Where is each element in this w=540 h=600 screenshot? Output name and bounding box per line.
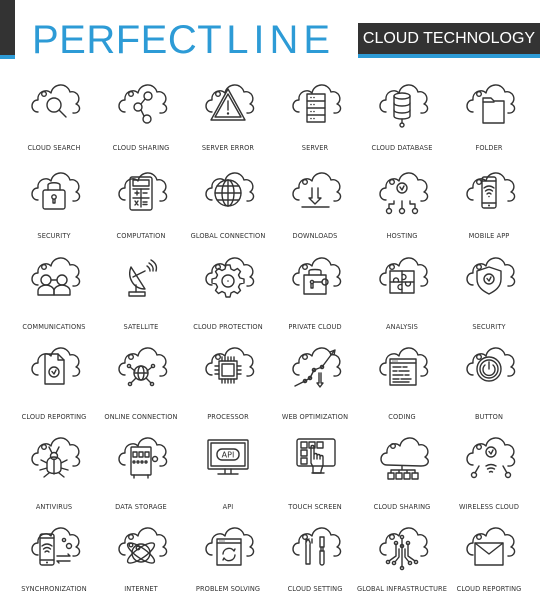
api-monitor-icon: API xyxy=(183,425,273,485)
lock-icon xyxy=(9,160,99,220)
icon-tile: MOBILE APP xyxy=(444,160,534,240)
icon-tile: COMMUNICATIONS xyxy=(9,245,99,331)
atom-globe-icon xyxy=(96,515,186,575)
cloud-search-icon xyxy=(9,72,99,132)
cloud-sharing-icon xyxy=(96,72,186,132)
document-check-icon xyxy=(9,335,99,395)
icon-tile: ONLINE CONNECTION xyxy=(96,335,186,421)
icon-tile: INTERNET xyxy=(96,515,186,593)
brand-title-thin: LINE xyxy=(226,18,336,62)
icon-tile: SERVER ERROR xyxy=(183,72,273,152)
icon-label: MOBILE APP xyxy=(468,232,510,240)
padlock-key-icon xyxy=(270,245,360,305)
icon-tile: CLOUD PROTECTION xyxy=(183,245,273,331)
hosting-icon xyxy=(357,160,447,220)
icon-label: BUTTON xyxy=(474,413,503,421)
wireless-cloud-icon xyxy=(444,425,534,485)
satellite-dish-icon xyxy=(96,245,186,305)
icon-tile: DATA STORAGE xyxy=(96,425,186,511)
icon-label: CLOUD REPORTING xyxy=(456,585,522,593)
icon-tile: GLOBAL CONNECTION xyxy=(183,160,273,240)
icon-tile: SERVER xyxy=(270,72,360,152)
growth-chart-icon xyxy=(270,335,360,395)
icon-label: FOLDER xyxy=(475,144,503,152)
circuit-icon xyxy=(357,515,447,575)
cloud-tree-icon xyxy=(357,425,447,485)
icon-tile: ANALYSIS xyxy=(357,245,447,331)
gear-icon xyxy=(183,245,273,305)
server-icon xyxy=(270,72,360,132)
icon-tile: CLOUD SHARING xyxy=(357,425,447,511)
icon-tile: TOUCH SCREEN xyxy=(270,425,360,511)
puzzle-icon xyxy=(357,245,447,305)
bug-icon xyxy=(9,425,99,485)
icon-tile: CLOUD SHARING xyxy=(96,72,186,152)
icon-tile: SECURITY xyxy=(9,160,99,240)
shield-check-icon xyxy=(444,245,534,305)
server-error-icon xyxy=(183,72,273,132)
icon-tile: CLOUD REPORTING xyxy=(444,515,534,593)
icon-tile: COMPUTATION xyxy=(96,160,186,240)
icon-tile: PROBLEM SOLVING xyxy=(183,515,273,593)
communications-icon xyxy=(9,245,99,305)
header-dark-block xyxy=(0,0,15,55)
icon-tile: CLOUD SETTING xyxy=(270,515,360,593)
brand-title: PERFECT LINE xyxy=(32,18,335,62)
touch-tablet-icon xyxy=(270,425,360,485)
icon-label: SECURITY xyxy=(472,323,506,331)
icon-tile: CLOUD SEARCH xyxy=(9,72,99,152)
icon-tile: HOSTING xyxy=(357,160,447,240)
phone-sync-icon xyxy=(9,515,99,575)
icon-tile: FOLDER xyxy=(444,72,534,152)
icon-tile: PRIVATE CLOUD xyxy=(270,245,360,331)
icon-tile: BUTTON xyxy=(444,335,534,421)
icon-tile: API API xyxy=(183,425,273,511)
icon-tile: ANTIVIRUS xyxy=(9,425,99,511)
category-tag: CLOUD TECHNOLOGY xyxy=(358,23,540,54)
icon-tile: PROCESSOR xyxy=(183,335,273,421)
envelope-icon xyxy=(444,515,534,575)
cloud-database-icon xyxy=(357,72,447,132)
globe-icon xyxy=(183,160,273,220)
download-icon xyxy=(270,160,360,220)
icon-tile: CLOUD DATABASE xyxy=(357,72,447,152)
brand-title-bold: PERFECT xyxy=(32,18,223,62)
header-accent-bar xyxy=(0,55,15,59)
mobile-app-icon xyxy=(444,160,534,220)
icon-tile: WIRELESS CLOUD xyxy=(444,425,534,511)
icon-tile: SYNCHRONIZATION xyxy=(9,515,99,593)
refresh-window-icon xyxy=(183,515,273,575)
power-button-icon xyxy=(444,335,534,395)
code-window-icon xyxy=(357,335,447,395)
icon-tile: GLOBAL INFRASTRUCTURE xyxy=(357,515,447,593)
calculator-icon xyxy=(96,160,186,220)
folder-icon xyxy=(444,72,534,132)
icon-tile: CLOUD REPORTING xyxy=(9,335,99,421)
icon-label: WIRELESS CLOUD xyxy=(458,503,520,511)
icon-tile: CODING xyxy=(357,335,447,421)
svg-text:API: API xyxy=(222,451,235,460)
network-globe-icon xyxy=(96,335,186,395)
chip-icon xyxy=(183,335,273,395)
tools-icon xyxy=(270,515,360,575)
icon-tile: SECURITY xyxy=(444,245,534,331)
icon-tile: WEB OPTIMIZATION xyxy=(270,335,360,421)
icon-tile: SATELLITE xyxy=(96,245,186,331)
category-tag-accent-bar xyxy=(358,54,540,58)
icon-tile: DOWNLOADS xyxy=(270,160,360,240)
storage-unit-icon xyxy=(96,425,186,485)
